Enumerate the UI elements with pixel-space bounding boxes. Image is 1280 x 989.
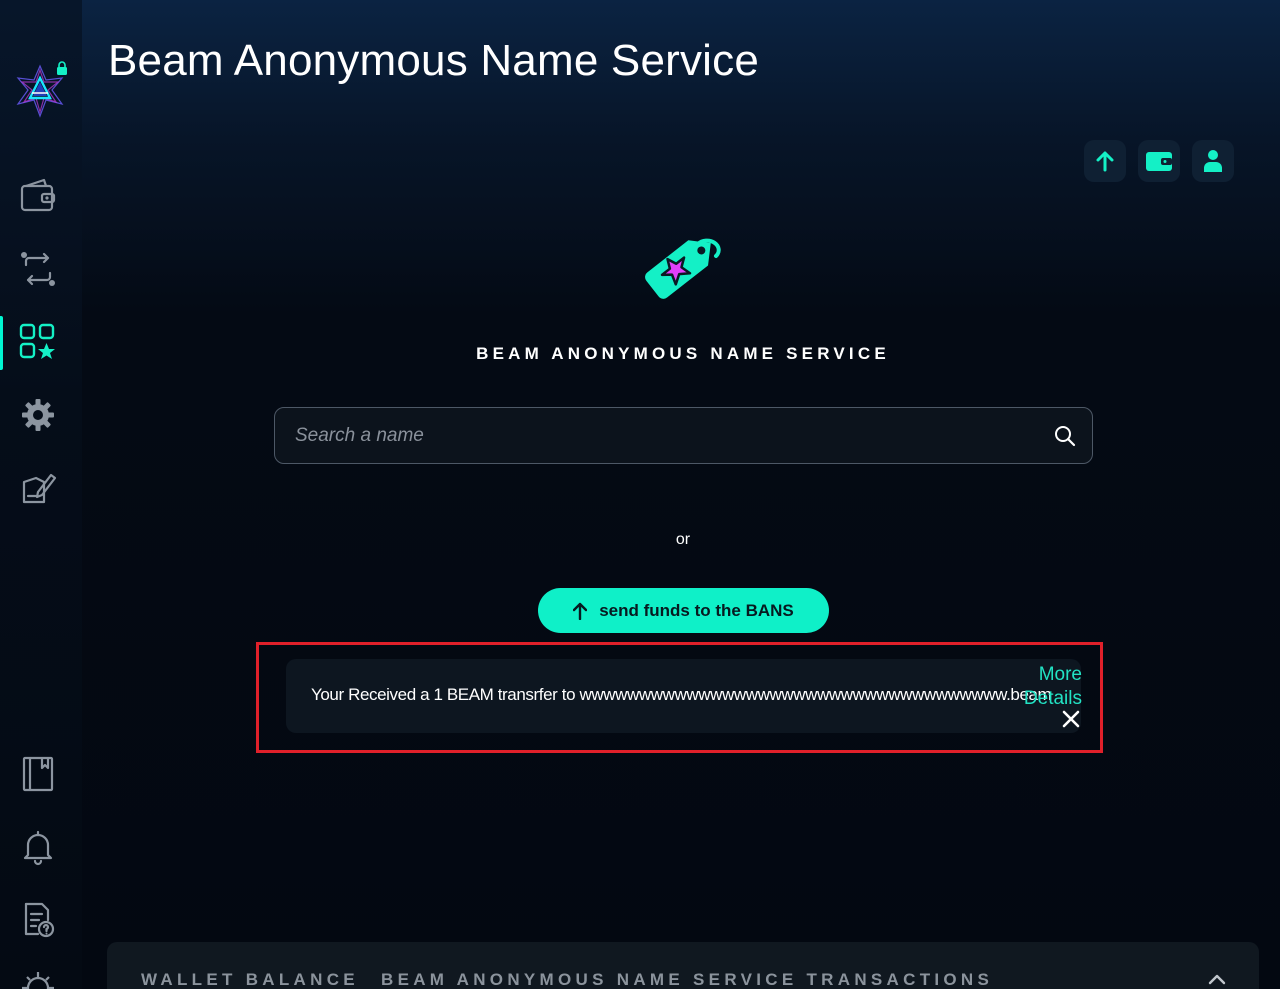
settings-icon[interactable]	[18, 395, 58, 435]
bottom-panel: WALLET BALANCE BEAM ANONYMOUS NAME SERVI…	[107, 942, 1259, 989]
account-button[interactable]	[1192, 140, 1234, 182]
more-details-link[interactable]: More Details	[1002, 663, 1082, 711]
lock-icon	[57, 61, 67, 75]
transactions-icon[interactable]	[18, 249, 58, 289]
user-icon	[1204, 150, 1222, 172]
sidebar	[0, 0, 82, 989]
search-input[interactable]	[295, 408, 1035, 463]
close-icon[interactable]	[1062, 710, 1080, 728]
bans-tag-icon	[645, 238, 721, 299]
settings-bottom-icon[interactable]	[18, 968, 58, 989]
notebook-icon[interactable]	[18, 754, 58, 794]
help-document-icon[interactable]	[18, 900, 58, 940]
wallet-button[interactable]	[1138, 140, 1180, 182]
more-label: More	[1038, 664, 1082, 685]
notification-message: Your Received a 1 BEAM transrfer to wwww…	[311, 685, 1052, 704]
send-funds-label: send funds to the BANS	[599, 600, 794, 620]
arrow-up-icon	[573, 602, 588, 620]
notification-toast: Your Received a 1 BEAM transrfer to wwww…	[286, 659, 1082, 733]
arrow-up-icon	[1096, 151, 1114, 172]
wallet-icon[interactable]	[18, 176, 58, 216]
search-box[interactable]	[274, 407, 1093, 464]
details-label: Details	[1023, 688, 1082, 709]
notifications-bell-icon[interactable]	[18, 827, 58, 867]
wallet-icon	[1146, 152, 1172, 171]
bans-heading: BEAM ANONYMOUS NAME SERVICE	[476, 344, 890, 363]
tab-bans-transactions[interactable]: BEAM ANONYMOUS NAME SERVICE TRANSACTIONS	[381, 970, 993, 989]
page-title: Beam Anonymous Name Service	[108, 36, 760, 85]
tab-wallet-balance[interactable]: WALLET BALANCE	[141, 970, 359, 989]
send-button[interactable]	[1084, 140, 1126, 182]
edit-document-icon[interactable]	[18, 468, 58, 508]
search-icon[interactable]	[1054, 425, 1076, 447]
or-separator: or	[675, 531, 691, 548]
chevron-up-icon[interactable]	[1207, 972, 1227, 986]
send-funds-button[interactable]: send funds to the BANS	[538, 588, 829, 633]
